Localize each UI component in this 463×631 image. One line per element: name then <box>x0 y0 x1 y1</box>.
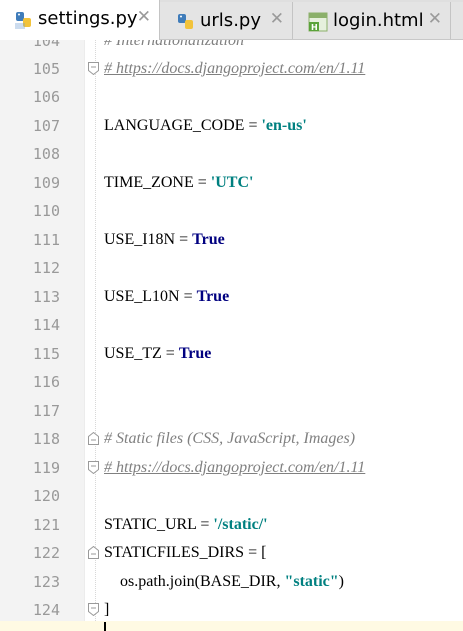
line-number: 104 <box>32 40 60 50</box>
tab-label: login.html <box>333 10 424 31</box>
keyword: True <box>192 231 225 248</box>
line-number: 122 <box>32 544 60 562</box>
code-prefix: os.path.join(BASE_DIR, <box>104 573 285 590</box>
fold-end-icon[interactable] <box>88 62 99 75</box>
fold-start-icon[interactable] <box>88 432 99 445</box>
code-line: 111 USE_I18N = True <box>0 226 463 255</box>
line-number: 116 <box>32 373 60 391</box>
line-number: 107 <box>32 117 60 135</box>
line-number: 111 <box>32 231 60 249</box>
variable-name: USE_TZ <box>104 345 162 362</box>
code-line: 112 <box>0 254 463 283</box>
fold-end-icon[interactable] <box>88 603 99 616</box>
line-number: 105 <box>32 60 60 78</box>
code-line: 107 LANGUAGE_CODE = 'en-us' <box>0 112 463 141</box>
line-number: 109 <box>32 174 60 192</box>
text-cursor <box>104 622 106 631</box>
code-line: 121 STATIC_URL = '/static/' <box>0 511 463 540</box>
keyword: True <box>178 345 212 362</box>
code-line: 110 <box>0 197 463 226</box>
line-number: 119 <box>32 459 60 477</box>
line-number: 106 <box>32 88 60 106</box>
code-line: 123 os.path.join(BASE_DIR, "static") <box>0 568 463 597</box>
code-text: STATICFILES_DIRS = [ <box>104 544 267 561</box>
operator: = <box>175 231 193 248</box>
code-suffix: ) <box>338 573 344 590</box>
line-number: 115 <box>32 345 60 363</box>
code-line: 116 <box>0 368 463 397</box>
fold-start-icon[interactable] <box>88 546 99 559</box>
code-editor[interactable]: 104 # Internationalization 105 # https:/… <box>0 40 463 631</box>
line-number: 113 <box>32 288 60 306</box>
tab-label: urls.py <box>200 10 261 31</box>
code-line: 108 <box>0 140 463 169</box>
code-line: 120 <box>0 482 463 511</box>
operator: = <box>161 345 179 362</box>
code-text: LANGUAGE_CODE = 'en-us' <box>104 112 307 141</box>
code-text: USE_I18N = True <box>104 226 225 255</box>
code-line: 118 # Static files (CSS, JavaScript, Ima… <box>0 425 463 454</box>
code-line: 106 <box>0 83 463 112</box>
line-number: 112 <box>32 259 60 277</box>
tab-overflow[interactable] <box>451 2 463 39</box>
code-line: 105 # https://docs.djangoproject.com/en/… <box>0 55 463 84</box>
code-line: 109 TIME_ZONE = 'UTC' <box>0 169 463 198</box>
string-literal: 'UTC' <box>210 174 254 191</box>
string-literal: '/static/' <box>213 516 268 533</box>
operator: = <box>244 117 262 134</box>
editor-tab-bar: settings.py ✕ urls.py ✕ H login.html ✕ <box>0 0 463 40</box>
code-text: # Internationalization <box>104 40 244 49</box>
current-line-highlight <box>0 621 463 631</box>
code-text[interactable]: # https://docs.djangoproject.com/en/1.11 <box>104 55 365 84</box>
line-number: 110 <box>32 202 60 220</box>
line-number: 108 <box>32 145 60 163</box>
variable-name: STATIC_URL <box>104 516 197 533</box>
tab-login-html[interactable]: H login.html ✕ <box>293 2 451 39</box>
operator: = <box>179 288 197 305</box>
code-text: USE_TZ = True <box>104 340 211 369</box>
operator: = <box>193 174 211 191</box>
line-number: 123 <box>32 573 60 591</box>
fold-end-icon[interactable] <box>88 461 99 474</box>
code-line: 119 # https://docs.djangoproject.com/en/… <box>0 454 463 483</box>
code-line: 122 STATICFILES_DIRS = [ <box>0 539 463 568</box>
code-line: 115 USE_TZ = True <box>0 340 463 369</box>
line-number: 118 <box>32 430 60 448</box>
string-literal: 'en-us' <box>261 117 307 134</box>
svg-text:H: H <box>311 23 318 32</box>
python-file-icon <box>15 12 31 29</box>
code-text: STATIC_URL = '/static/' <box>104 511 268 540</box>
code-text: TIME_ZONE = 'UTC' <box>104 169 253 198</box>
line-number: 121 <box>32 516 60 534</box>
variable-name: USE_I18N <box>104 231 176 248</box>
tab-urls-py[interactable]: urls.py ✕ <box>160 2 293 39</box>
code-line: 117 <box>0 397 463 426</box>
tab-label: settings.py <box>38 8 138 29</box>
line-number: 120 <box>32 487 60 505</box>
code-line: 113 USE_L10N = True <box>0 283 463 312</box>
close-icon[interactable]: ✕ <box>428 9 442 29</box>
code-text: os.path.join(BASE_DIR, "static") <box>104 568 344 597</box>
code-line: 114 <box>0 311 463 340</box>
line-number: 114 <box>32 316 60 334</box>
code-text: USE_L10N = True <box>104 283 229 312</box>
close-icon[interactable]: ✕ <box>270 9 284 29</box>
variable-name: USE_L10N <box>104 288 180 305</box>
tab-settings-py[interactable]: settings.py ✕ <box>0 0 160 40</box>
python-file-icon <box>178 14 193 29</box>
operator: = <box>196 516 214 533</box>
code-line: 104 # Internationalization <box>0 40 463 56</box>
variable-name: TIME_ZONE <box>104 174 194 191</box>
code-text[interactable]: # https://docs.djangoproject.com/en/1.11 <box>104 454 365 483</box>
close-icon[interactable]: ✕ <box>137 7 151 27</box>
variable-name: LANGUAGE_CODE <box>104 117 245 134</box>
line-number: 117 <box>32 402 60 420</box>
code-text: # Static files (CSS, JavaScript, Images) <box>104 430 356 447</box>
keyword: True <box>196 288 230 305</box>
html-file-icon: H <box>308 12 328 32</box>
string-literal: "static" <box>284 573 339 590</box>
